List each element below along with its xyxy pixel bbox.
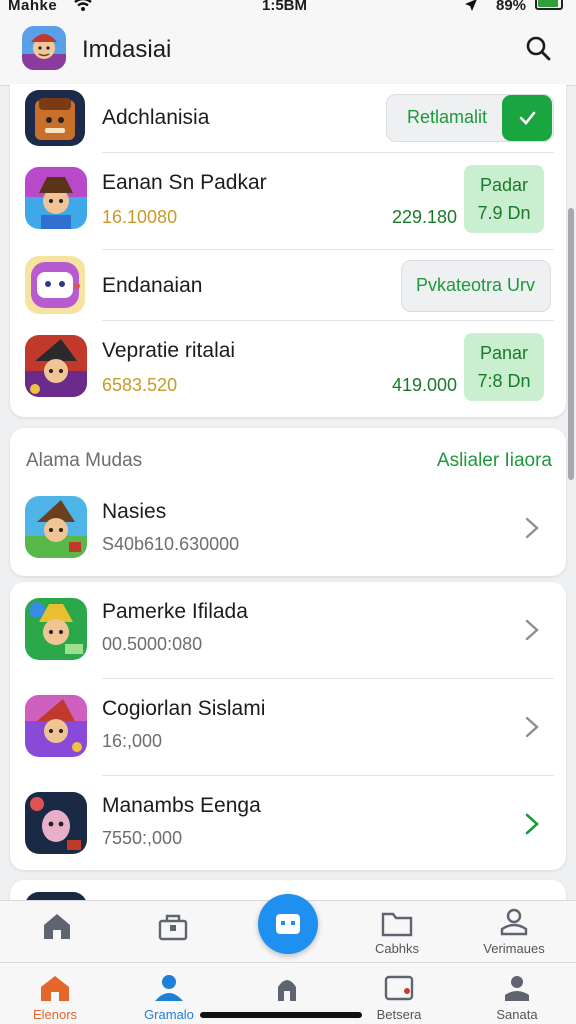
home-indicator: [200, 1012, 362, 1018]
chevron-right-icon: [525, 716, 539, 738]
button-line-1: Panar: [479, 343, 529, 363]
app-name: Nasies: [102, 500, 167, 523]
tab-cabhks[interactable]: Cabhks: [352, 909, 442, 956]
user-icon: [155, 975, 183, 1001]
app-icon: [25, 792, 87, 854]
get-button[interactable]: Padar 7.9 Dn: [464, 165, 544, 233]
list-item[interactable]: Cogiorlan Sislami 16:,000: [10, 679, 566, 775]
featured-row[interactable]: Endanaian Pvkateotra Urv: [10, 250, 566, 320]
app-subtitle: 16.10080: [102, 207, 178, 227]
app-name: Pamerke Ifilada: [102, 600, 248, 623]
featured-row[interactable]: Eanan Sn Padkar 16.10080 229.180 Padar 7…: [10, 153, 566, 249]
list-item[interactable]: Pamerke Ifilada 00.5000:080: [10, 582, 566, 678]
button-line-1: Padar: [479, 175, 529, 195]
app-icon: [25, 695, 87, 757]
section-title: Alama Mudas: [26, 450, 143, 471]
app-name: Eanan Sn Padkar: [102, 171, 267, 194]
list-item[interactable]: Nasies S40b610.630000: [10, 486, 566, 576]
battery-icon: [535, 0, 563, 10]
pill-label: Retlamalit: [407, 107, 488, 127]
tab-verimaues[interactable]: Verimaues: [469, 907, 559, 956]
bag-icon: [158, 914, 188, 941]
chevron-right-icon: [525, 813, 539, 835]
confirm-button[interactable]: [502, 95, 552, 141]
section-link[interactable]: Aslialer Iiaora: [437, 450, 552, 472]
status-bar: Mahke 1:5BM 89%: [0, 0, 576, 16]
app-price: 229.180: [392, 207, 458, 227]
app-name: Manambs Eenga: [102, 794, 261, 817]
chevron-right-icon: [525, 619, 539, 641]
pill-label: Pvkateotra Urv: [416, 275, 536, 295]
wifi-icon: [74, 0, 92, 11]
tab-store-secondary[interactable]: [128, 911, 218, 945]
profile-icon: [500, 908, 528, 936]
app-icon: [25, 335, 87, 397]
list-card: Pamerke Ifilada 00.5000:080 Cogiorlan Si…: [10, 582, 566, 870]
location-icon: [465, 0, 477, 11]
chevron-right-icon: [525, 517, 539, 539]
featured-row[interactable]: Vepratie ritalai 6583.520 419.000 Panar …: [10, 321, 566, 417]
tab-home-secondary[interactable]: [12, 911, 102, 945]
account-icon: [505, 976, 529, 1001]
home-icon: [41, 976, 69, 1001]
app-name: Vepratie ritalai: [102, 339, 236, 362]
app-icon: [25, 598, 87, 660]
app-icon: [25, 256, 85, 314]
tab-label: Betsera: [376, 1007, 422, 1022]
app-logo: [22, 26, 66, 70]
featured-card: Adchlanisia Retlamalit Eanan Sn Padkar 1…: [10, 84, 566, 417]
tab-label: Elenors: [32, 1007, 78, 1022]
app-subtitle: S40b610.630000: [102, 534, 240, 554]
check-icon: [519, 111, 536, 125]
tab-betsera[interactable]: Betsera: [354, 973, 444, 1022]
app-subtitle: 16:,000: [102, 731, 163, 751]
tab-center[interactable]: [242, 973, 332, 1007]
arch-icon: [278, 980, 296, 1001]
carrier-label: Mahke: [8, 0, 58, 14]
app-icon: [25, 167, 87, 229]
battery-percent: 89%: [496, 0, 527, 14]
home-icon: [44, 914, 70, 939]
button-line-2: 7.9 Dn: [477, 203, 531, 223]
featured-action-pill[interactable]: Pvkateotra Urv: [401, 260, 551, 312]
center-action-button[interactable]: [258, 894, 318, 954]
get-button[interactable]: Panar 7:8 Dn: [464, 333, 544, 401]
message-icon: [276, 914, 300, 934]
tab-label: Verimaues: [483, 941, 545, 956]
app-price: 419.000: [392, 375, 458, 395]
tab-sanata[interactable]: Sanata: [472, 973, 562, 1022]
section-card: Alama Mudas Aslialer Iiaora Nasies S40b6…: [10, 428, 566, 576]
search-icon[interactable]: [524, 34, 552, 62]
clock: 1:5BM: [262, 0, 308, 14]
app-name: Endanaian: [102, 274, 203, 297]
app-header: Imdasiai: [0, 16, 576, 86]
page-title: Imdasiai: [82, 36, 172, 63]
list-item[interactable]: Manambs Eenga 7550:,000: [10, 776, 566, 870]
app-subtitle: 00.5000:080: [102, 634, 203, 654]
scrollbar[interactable]: [568, 208, 574, 480]
app-name: Cogiorlan Sislami: [102, 697, 266, 720]
app-name: Adchlanisia: [102, 106, 210, 129]
card-icon: [384, 975, 414, 1001]
app-icon: [25, 496, 87, 558]
app-icon: [25, 90, 85, 146]
folder-icon: [381, 912, 413, 937]
tab-label: Cabhks: [374, 941, 420, 956]
button-line-2: 7:8 Dn: [477, 371, 531, 391]
app-subtitle: 6583.520: [102, 375, 178, 395]
tab-elenors[interactable]: Elenors: [10, 973, 100, 1022]
featured-row[interactable]: Adchlanisia Retlamalit: [10, 84, 566, 152]
tab-label: Sanata: [496, 1007, 538, 1022]
app-subtitle: 7550:,000: [102, 828, 183, 848]
